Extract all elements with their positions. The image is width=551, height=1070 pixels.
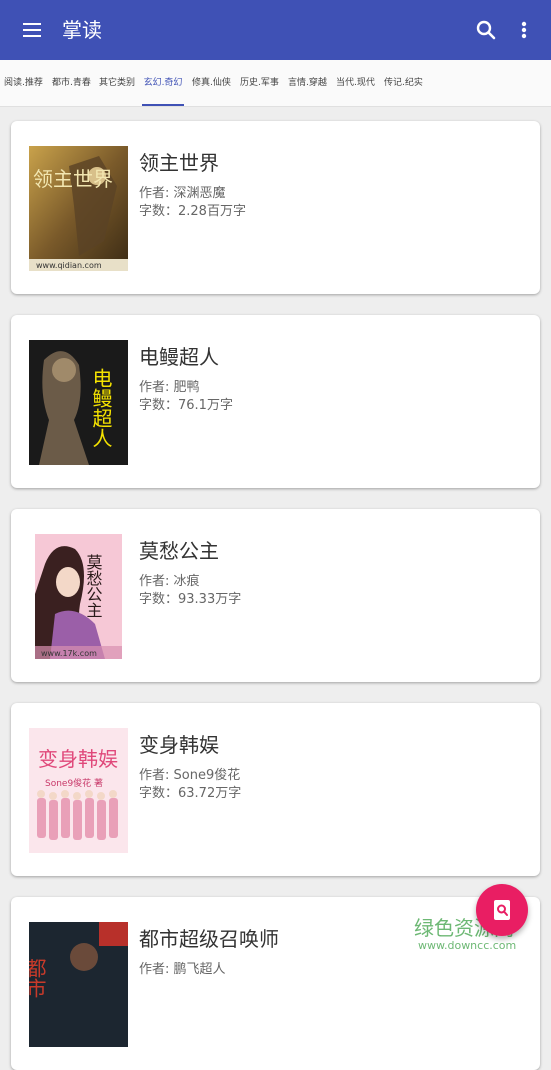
book-word-count: 字数：63.72万字: [139, 786, 242, 801]
tab-fantasy[interactable]: 玄幻.奇幻: [142, 60, 184, 106]
book-card[interactable]: 电鳗超人 电鳗超人 作者: 肥鸭 字数：76.1万字: [11, 315, 540, 488]
tab-history[interactable]: 历史.军事: [240, 60, 279, 106]
svg-text:莫愁公主: 莫愁公主: [84, 554, 103, 618]
book-cover: 电鳗超人: [29, 340, 128, 465]
book-author: 作者: Sone9俊花: [139, 768, 241, 783]
book-cover: 领主世界 www.qidian.com: [29, 146, 128, 271]
menu-icon[interactable]: [18, 14, 50, 46]
app-bar: 掌读: [0, 0, 551, 60]
book-title: 都市超级召唤师: [139, 927, 279, 951]
svg-text:电鳗超人: 电鳗超人: [89, 368, 113, 448]
book-cover: 变身韩娱 Sone9俊花 著: [29, 728, 128, 853]
category-tabs: 阅读.推荐 都市.青春 其它类别 玄幻.奇幻 修真.仙侠 历史.军事 言情.穿越…: [0, 60, 551, 107]
book-title: 变身韩娱: [139, 733, 219, 757]
tab-urban[interactable]: 都市.青春: [52, 60, 91, 106]
book-cover: 莫愁公主 www.17k.com: [35, 534, 122, 659]
tab-other[interactable]: 其它类别: [99, 60, 135, 106]
search-icon[interactable]: [472, 16, 500, 44]
book-word-count: 字数：2.28百万字: [139, 204, 246, 219]
book-card[interactable]: 领主世界 www.qidian.com 领主世界 作者: 深渊恶魔 字数：2.2…: [11, 121, 540, 294]
tab-biography[interactable]: 传记.纪实: [384, 60, 423, 106]
book-author: 作者: 冰痕: [139, 574, 200, 589]
book-author: 作者: 深渊恶魔: [139, 186, 226, 201]
app-title: 掌读: [62, 18, 102, 42]
svg-text:www.qidian.com: www.qidian.com: [36, 261, 102, 270]
svg-text:都市: 都市: [29, 958, 47, 998]
book-word-count: 字数：76.1万字: [139, 398, 233, 413]
book-author: 作者: 鹏飞超人: [139, 962, 226, 977]
book-card[interactable]: 变身韩娱 Sone9俊花 著 变身韩娱 作者: Sone9俊花 字数：63.72…: [11, 703, 540, 876]
book-word-count: 字数：93.33万字: [139, 592, 242, 607]
tab-romance[interactable]: 言情.穿越: [288, 60, 327, 106]
watermark-url: www.downcc.com: [418, 939, 517, 952]
book-author: 作者: 肥鸭: [139, 380, 200, 395]
tab-recommend[interactable]: 阅读.推荐: [4, 60, 43, 106]
search-book-icon: [494, 900, 510, 920]
book-cover: 都市: [29, 922, 128, 1047]
svg-text:领主世界: 领主世界: [33, 167, 113, 191]
tab-modern[interactable]: 当代.现代: [336, 60, 375, 106]
search-book-button[interactable]: [476, 884, 528, 936]
tab-xianxia[interactable]: 修真.仙侠: [192, 60, 231, 106]
book-title: 领主世界: [139, 151, 219, 175]
svg-text:Sone9俊花 著: Sone9俊花 著: [45, 777, 103, 789]
book-card[interactable]: 莫愁公主 www.17k.com 莫愁公主 作者: 冰痕 字数：93.33万字: [11, 509, 540, 682]
book-title: 电鳗超人: [139, 345, 219, 369]
svg-text:www.17k.com: www.17k.com: [41, 649, 97, 658]
book-title: 莫愁公主: [139, 539, 219, 563]
more-vert-icon[interactable]: [514, 16, 534, 44]
svg-text:变身韩娱: 变身韩娱: [38, 747, 118, 771]
